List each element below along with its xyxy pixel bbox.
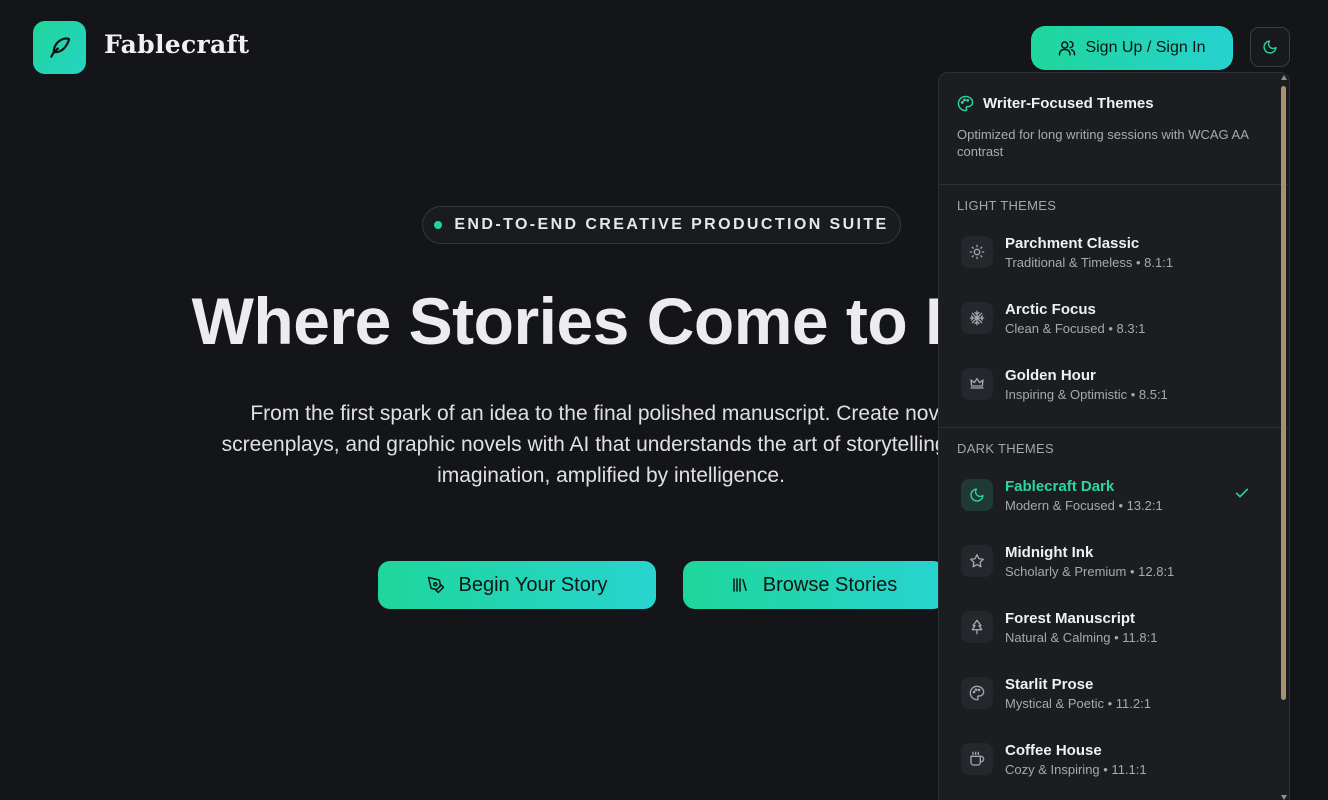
browse-stories-label: Browse Stories xyxy=(762,573,898,596)
badge-dot xyxy=(434,221,443,229)
theme-meta: Modern & Focused • 13.2:1 xyxy=(1005,497,1163,513)
theme-item-midnight-ink[interactable]: Midnight Ink Scholarly & Premium • 12.8:… xyxy=(950,533,1262,589)
theme-meta: Scholarly & Premium • 12.8:1 xyxy=(1005,563,1175,579)
theme-item-starlit-prose[interactable]: Starlit Prose Mystical & Poetic • 11.2:1 xyxy=(950,665,1262,721)
crown-icon xyxy=(961,368,993,400)
begin-story-button[interactable]: Begin Your Story xyxy=(378,561,656,609)
theme-menu-title: Writer-Focused Themes xyxy=(983,95,1154,112)
theme-dropdown-header: Writer-Focused Themes Optimized for long… xyxy=(939,73,1289,185)
theme-meta: Traditional & Timeless • 8.1:1 xyxy=(1005,254,1174,270)
theme-name: Coffee House xyxy=(1005,741,1102,759)
star-icon xyxy=(961,545,993,577)
scroll-down-arrow[interactable] xyxy=(1281,795,1287,800)
badge-text: END-TO-END CREATIVE PRODUCTION SUITE xyxy=(454,216,889,233)
theme-dropdown: Writer-Focused Themes Optimized for long… xyxy=(938,72,1290,800)
theme-toggle-button[interactable] xyxy=(1250,27,1290,67)
begin-story-label: Begin Your Story xyxy=(458,573,608,596)
users-icon xyxy=(1058,39,1076,57)
sun-icon xyxy=(961,236,993,268)
hero-badge: END-TO-END CREATIVE PRODUCTION SUITE xyxy=(422,206,901,244)
theme-name: Forest Manuscript xyxy=(1005,609,1136,627)
scroll-up-arrow[interactable] xyxy=(1281,75,1287,80)
theme-name: Golden Hour xyxy=(1005,366,1096,384)
theme-name: Fablecraft Dark xyxy=(1005,477,1115,495)
tree-icon xyxy=(961,611,993,643)
pen-tool-icon xyxy=(427,576,445,594)
theme-item-forest-manuscript[interactable]: Forest Manuscript Natural & Calming • 11… xyxy=(950,599,1262,655)
moon-icon xyxy=(1262,39,1278,55)
dark-themes-label: DARK THEMES xyxy=(957,441,1054,456)
theme-item-arctic-focus[interactable]: Arctic Focus Clean & Focused • 8.3:1 xyxy=(950,290,1262,346)
theme-name: Parchment Classic xyxy=(1005,234,1140,252)
signin-label: Sign Up / Sign In xyxy=(1085,39,1206,56)
light-themes-label: LIGHT THEMES xyxy=(957,198,1057,213)
hero-subtitle: From the first spark of an idea to the f… xyxy=(221,402,1001,487)
coffee-icon xyxy=(961,743,993,775)
theme-meta: Natural & Calming • 11.8:1 xyxy=(1005,629,1158,645)
theme-meta: Clean & Focused • 8.3:1 xyxy=(1005,320,1146,336)
theme-item-fablecraft-dark[interactable]: Fablecraft Dark Modern & Focused • 13.2:… xyxy=(950,467,1262,523)
theme-menu-description: Optimized for long writing sessions with… xyxy=(957,127,1249,159)
theme-name: Starlit Prose xyxy=(1005,675,1094,693)
logo-tile[interactable] xyxy=(33,21,86,74)
feather-icon xyxy=(47,35,73,61)
theme-meta: Mystical & Poetic • 11.2:1 xyxy=(1005,695,1151,711)
brand-name[interactable]: Fablecraft xyxy=(104,30,249,59)
theme-meta: Cozy & Inspiring • 11.1:1 xyxy=(1005,761,1147,777)
theme-name: Midnight Ink xyxy=(1005,543,1094,561)
theme-item-parchment-classic[interactable]: Parchment Classic Traditional & Timeless… xyxy=(950,224,1262,280)
palette-icon xyxy=(961,677,993,709)
theme-item-golden-hour[interactable]: Golden Hour Inspiring & Optimistic • 8.5… xyxy=(950,356,1262,412)
theme-meta: Inspiring & Optimistic • 8.5:1 xyxy=(1005,386,1168,402)
section-divider xyxy=(939,427,1289,428)
checkmark-icon xyxy=(1234,485,1250,501)
signin-button[interactable]: Sign Up / Sign In xyxy=(1031,26,1233,70)
theme-item-coffee-house[interactable]: Coffee House Cozy & Inspiring • 11.1:1 xyxy=(950,731,1262,787)
library-icon xyxy=(731,576,749,594)
browse-stories-button[interactable]: Browse Stories xyxy=(683,561,945,609)
moon-icon xyxy=(961,479,993,511)
snowflake-icon xyxy=(961,302,993,334)
theme-name: Arctic Focus xyxy=(1005,300,1096,318)
palette-icon xyxy=(957,95,974,112)
scrollbar-thumb[interactable] xyxy=(1281,86,1286,700)
